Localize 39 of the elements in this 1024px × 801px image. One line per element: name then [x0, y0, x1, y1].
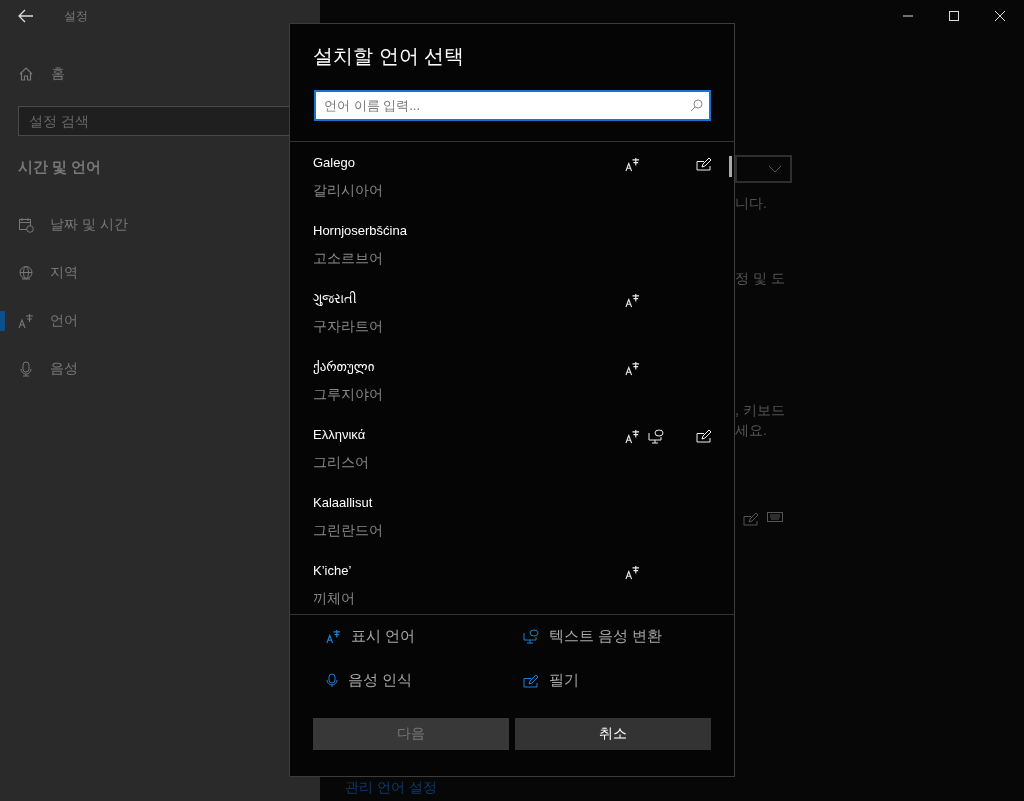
- dialog-title: 설치할 언어 선택: [312, 44, 466, 69]
- language-icon: [326, 629, 341, 644]
- legend-label: 필기: [549, 671, 579, 690]
- maximize-icon[interactable]: [948, 10, 960, 22]
- search-icon: [690, 99, 703, 112]
- language-item[interactable]: ગુજરાતી 구자라트어: [290, 278, 734, 346]
- search-field[interactable]: 설정 검색: [18, 106, 289, 136]
- back-arrow-icon[interactable]: [18, 9, 34, 23]
- legend-label: 텍스트 음성 변환: [549, 627, 663, 646]
- legend-label: 음성 인식: [348, 671, 413, 690]
- search-field[interactable]: 언어 이름 입력...: [314, 90, 711, 121]
- monitor-speech-icon: [523, 629, 539, 644]
- description-text: , 키보드: [735, 401, 786, 420]
- language-item[interactable]: ქართული 그루지야어: [290, 346, 734, 414]
- globe-icon: [18, 265, 34, 281]
- language-item[interactable]: Hornjoserbšćina 고소르브어: [290, 210, 734, 278]
- home-icon: [18, 66, 34, 82]
- language-icon: [18, 313, 34, 329]
- chevron-down-icon: [768, 165, 782, 173]
- scrollbar-thumb[interactable]: [729, 156, 732, 177]
- microphone-icon: [326, 673, 338, 688]
- window-title: 설정: [64, 7, 88, 25]
- section-heading: 시간 및 언어: [18, 158, 102, 177]
- description-text: 정 및 도: [735, 269, 786, 288]
- legend-label: 표시 언어: [351, 627, 416, 646]
- calendar-clock-icon: [18, 217, 34, 233]
- cancel-button[interactable]: 취소: [515, 718, 711, 750]
- minimize-icon[interactable]: [902, 15, 914, 17]
- language-item[interactable]: K’iche’ 끼체어: [290, 550, 734, 614]
- language-item[interactable]: Ελληνικά 그리스어: [290, 414, 734, 482]
- keyboard-icon: [767, 512, 783, 522]
- close-icon[interactable]: [994, 10, 1006, 22]
- pen-icon: [743, 512, 759, 526]
- description-text: 니다.: [735, 194, 768, 213]
- microphone-icon: [18, 361, 34, 377]
- language-item[interactable]: Galego 갈리시아어: [290, 142, 734, 210]
- description-text: 세요.: [735, 421, 768, 440]
- language-item[interactable]: Kalaallisut 그린란드어: [290, 482, 734, 550]
- pen-icon: [523, 673, 539, 688]
